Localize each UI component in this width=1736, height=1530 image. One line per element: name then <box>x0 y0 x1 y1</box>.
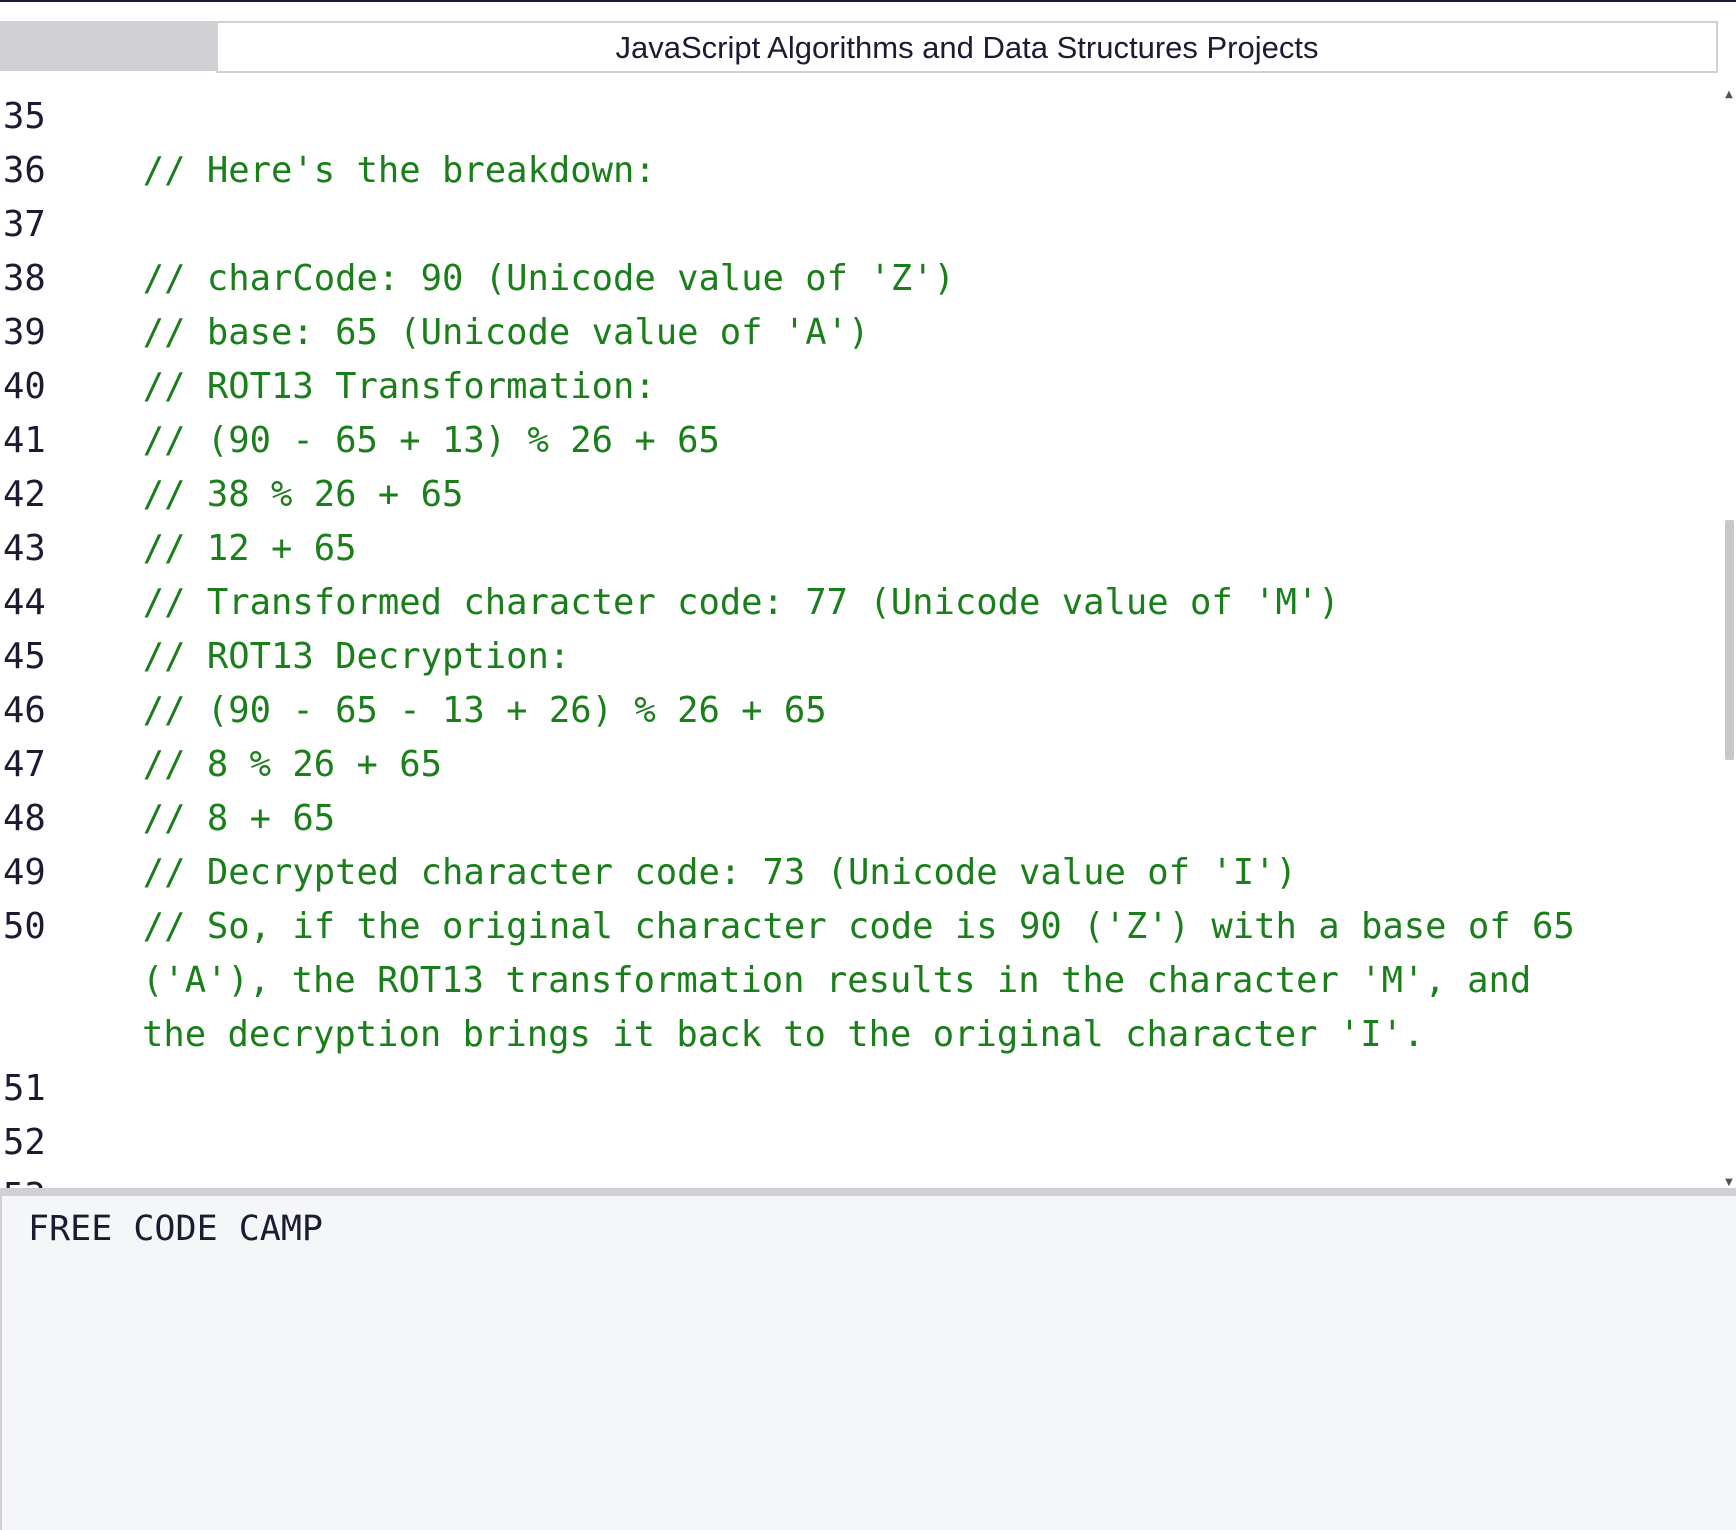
line-number: 44 <box>3 582 46 623</box>
code-line[interactable]: 49 // Decrypted character code: 73 (Unic… <box>0 846 1720 900</box>
line-number: 49 <box>3 852 46 893</box>
line-number: 50 <box>3 906 46 947</box>
scroll-thumb[interactable] <box>1725 520 1734 760</box>
code-comment: // 38 % 26 + 65 <box>100 474 464 515</box>
code-line[interactable]: 53 <box>0 1170 1720 1188</box>
code-line[interactable]: 51 <box>0 1062 1720 1116</box>
code-line[interactable]: 47 // 8 % 26 + 65 <box>0 738 1720 792</box>
code-line[interactable]: 37 <box>0 198 1720 252</box>
code-comment: // 12 + 65 <box>100 528 357 569</box>
code-comment: // Here's the breakdown: <box>100 150 656 191</box>
line-number: 36 <box>3 150 46 191</box>
code-line[interactable]: 38 // charCode: 90 (Unicode value of 'Z'… <box>0 252 1720 306</box>
top-border <box>0 0 1736 2</box>
line-number: 39 <box>3 312 46 353</box>
line-number: 35 <box>3 96 46 137</box>
code-comment: // charCode: 90 (Unicode value of 'Z') <box>100 258 955 299</box>
code-line[interactable]: 35 <box>0 90 1720 144</box>
code-line[interactable]: 42 // 38 % 26 + 65 <box>0 468 1720 522</box>
breadcrumb-arrow-shape <box>0 21 236 71</box>
code-line[interactable]: 46 // (90 - 65 - 13 + 26) % 26 + 65 <box>0 684 1720 738</box>
line-number: 40 <box>3 366 46 407</box>
pane-splitter[interactable] <box>0 1188 1736 1196</box>
line-number: 37 <box>3 204 46 245</box>
line-number: 41 <box>3 420 46 461</box>
scroll-down-icon[interactable]: ▼ <box>1724 1178 1734 1188</box>
code-line[interactable]: 50 // So, if the original character code… <box>0 900 1720 1062</box>
line-number: 51 <box>3 1068 46 1109</box>
code-comment: // (90 - 65 + 13) % 26 + 65 <box>100 420 720 461</box>
code-comment: // 8 + 65 <box>100 798 336 839</box>
scroll-up-icon[interactable]: ▲ <box>1724 90 1734 100</box>
code-comment: // ROT13 Decryption: <box>100 636 571 677</box>
breadcrumb: JavaScript Algorithms and Data Structure… <box>0 21 1718 73</box>
code-line[interactable]: 44 // Transformed character code: 77 (Un… <box>0 576 1720 630</box>
line-number: 53 <box>0 1170 100 1188</box>
code-editor[interactable]: 35 36 // Here's the breakdown: 37 38 // cha… <box>0 90 1736 1188</box>
line-number: 48 <box>3 798 46 839</box>
code-line[interactable]: 43 // 12 + 65 <box>0 522 1720 576</box>
code-comment: // 8 % 26 + 65 <box>100 744 442 785</box>
code-line[interactable]: 39 // base: 65 (Unicode value of 'A') <box>0 306 1720 360</box>
code-comment: // (90 - 65 - 13 + 26) % 26 + 65 <box>100 690 827 731</box>
code-line[interactable]: 45 // ROT13 Decryption: <box>0 630 1720 684</box>
code-line[interactable]: 40 // ROT13 Transformation: <box>0 360 1720 414</box>
code-lines: 35 36 // Here's the breakdown: 37 38 // cha… <box>0 90 1720 1188</box>
line-number: 42 <box>3 474 46 515</box>
console-output: FREE CODE CAMP <box>28 1209 324 1249</box>
code-line[interactable]: 52 <box>0 1116 1720 1170</box>
breadcrumb-back-link[interactable] <box>0 21 236 71</box>
editor-scrollbar[interactable]: ▲ ▼ <box>1722 90 1736 1188</box>
code-comment: // Transformed character code: 77 (Unico… <box>100 582 1340 623</box>
console-panel: FREE CODE CAMP <box>0 1196 1736 1530</box>
code-line[interactable]: 48 // 8 + 65 <box>0 792 1720 846</box>
code-line[interactable]: 36 // Here's the breakdown: <box>0 144 1720 198</box>
code-comment: // Decrypted character code: 73 (Unicode… <box>100 852 1297 893</box>
line-number: 38 <box>3 258 46 299</box>
line-number: 43 <box>3 528 46 569</box>
line-number: 46 <box>3 690 46 731</box>
code-line[interactable]: 41 // (90 - 65 + 13) % 26 + 65 <box>0 414 1720 468</box>
breadcrumb-title-box[interactable]: JavaScript Algorithms and Data Structure… <box>216 21 1718 73</box>
app-window: JavaScript Algorithms and Data Structure… <box>0 0 1736 1530</box>
code-comment: // So, if the original character code is… <box>100 906 1597 1055</box>
line-number: 52 <box>3 1122 46 1163</box>
code-comment: // ROT13 Transformation: <box>100 366 656 407</box>
code-comment: // base: 65 (Unicode value of 'A') <box>100 312 870 353</box>
line-number: 45 <box>3 636 46 677</box>
line-number: 47 <box>3 744 46 785</box>
breadcrumb-title: JavaScript Algorithms and Data Structure… <box>615 30 1319 65</box>
